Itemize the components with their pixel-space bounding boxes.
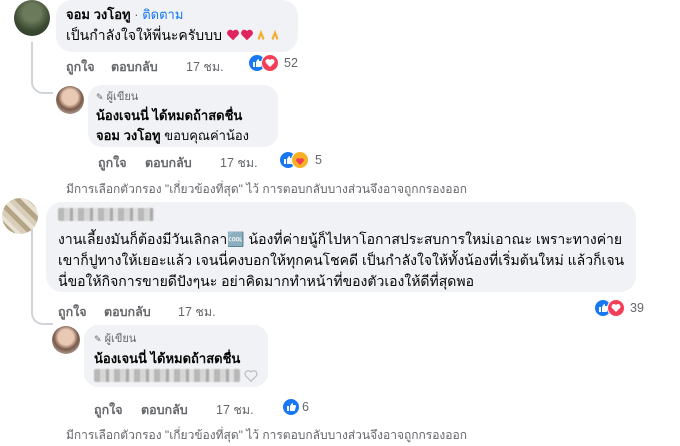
- reply-text: [94, 369, 240, 382]
- heart-emoji: [240, 27, 254, 48]
- author-badge: ✎ ผู้เขียน: [96, 91, 139, 103]
- comment-text: งานเลี้ยงมันก็ต้องมีวันเลิกลา🆒 น้องที่ค่…: [58, 231, 625, 289]
- author-badge-icon: ✎: [94, 334, 102, 344]
- timestamp[interactable]: 17 ชม.: [216, 400, 254, 420]
- reaction-count: 52: [284, 56, 298, 70]
- comment-text: เป็นกำลังใจให้พี่นะครับบบ: [66, 25, 282, 48]
- filter-notice: มีการเลือกตัวกรอง "เกี่ยวข้องที่สุด" ไว้…: [66, 182, 467, 196]
- reply-author[interactable]: น้องเจนนี่ ได้หมดถ้าสดชื่น: [96, 105, 242, 126]
- care-icon: [291, 151, 309, 169]
- like-button[interactable]: ถูกใจ: [98, 153, 127, 173]
- comment-author[interactable]: จอม วงโอทู: [66, 7, 131, 22]
- reply-button[interactable]: ตอบกลับ: [141, 400, 188, 420]
- reply-author[interactable]: น้องเจนนี่ ได้หมดถ้าสดชื่น: [94, 348, 240, 369]
- like-reaction-icon[interactable]: [244, 369, 258, 383]
- like-button[interactable]: ถูกใจ: [66, 57, 95, 77]
- reply-button[interactable]: ตอบกลับ: [111, 57, 158, 77]
- reaction-count: 5: [315, 153, 322, 167]
- reaction-summary[interactable]: 39: [594, 299, 654, 319]
- praying-hands-emoji: [268, 27, 282, 48]
- avatar[interactable]: [56, 86, 84, 114]
- love-icon: [261, 54, 279, 72]
- love-icon: [607, 299, 625, 317]
- avatar[interactable]: [14, 0, 50, 36]
- timestamp[interactable]: 17 ชม.: [178, 302, 216, 322]
- timestamp[interactable]: 17 ชม.: [186, 57, 224, 77]
- reply-button[interactable]: ตอบกลับ: [145, 153, 192, 173]
- comment-author[interactable]: [58, 208, 154, 221]
- reaction-summary[interactable]: 5: [279, 151, 329, 171]
- like-button[interactable]: ถูกใจ: [58, 302, 87, 322]
- reaction-count: 6: [302, 400, 309, 414]
- author-badge: ✎ ผู้เขียน: [94, 333, 137, 345]
- like-icon: [282, 398, 300, 416]
- follow-button[interactable]: ติดตาม: [142, 7, 183, 22]
- comment-header: จอม วงโอทู · ติดตาม: [66, 7, 184, 22]
- reply-button[interactable]: ตอบกลับ: [104, 302, 151, 322]
- reaction-summary[interactable]: 6: [282, 398, 322, 418]
- mention-link[interactable]: จอม วงโอทู: [96, 128, 161, 143]
- avatar[interactable]: [52, 326, 80, 354]
- avatar[interactable]: [2, 198, 38, 234]
- praying-hands-emoji: [254, 27, 268, 48]
- timestamp[interactable]: 17 ชม.: [220, 153, 258, 173]
- like-button[interactable]: ถูกใจ: [94, 400, 123, 420]
- author-badge-icon: ✎: [96, 92, 104, 102]
- filter-notice: มีการเลือกตัวกรอง "เกี่ยวข้องที่สุด" ไว้…: [66, 428, 467, 442]
- reaction-summary[interactable]: 52: [248, 54, 308, 74]
- heart-emoji: [226, 27, 240, 48]
- thread-line: [31, 42, 53, 94]
- reply-text: จอม วงโอทู ขอบคุณค่าน้อง: [96, 128, 249, 143]
- reaction-count: 39: [630, 301, 644, 315]
